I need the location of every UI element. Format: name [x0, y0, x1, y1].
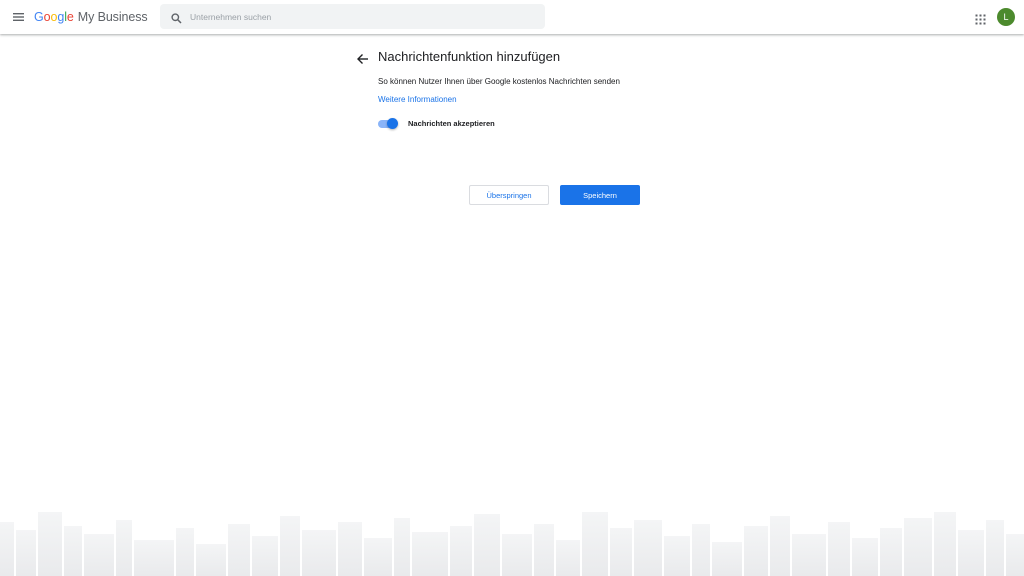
skyline-illustration — [0, 512, 1024, 576]
learn-more-link[interactable]: Weitere Informationen — [378, 95, 457, 104]
skip-button[interactable]: Überspringen — [469, 185, 549, 205]
page-title: Nachrichtenfunktion hinzufügen — [378, 49, 561, 64]
product-name: My Business — [77, 10, 148, 24]
menu-icon[interactable] — [12, 10, 26, 24]
toggle-thumb — [387, 118, 398, 129]
search-icon[interactable] — [171, 11, 182, 24]
save-button[interactable]: Speichern — [560, 185, 640, 205]
toggle-label: Nachrichten akzeptieren — [408, 119, 495, 128]
account-avatar[interactable]: L — [997, 8, 1015, 26]
back-arrow-icon[interactable] — [356, 52, 370, 64]
top-app-bar: GoogleMy Business L — [0, 0, 1024, 34]
search-input[interactable] — [188, 4, 538, 29]
accept-messages-toggle[interactable] — [378, 118, 398, 130]
google-my-business-logo[interactable]: Google My Business — [34, 9, 148, 25]
apps-grid-icon[interactable] — [975, 12, 986, 25]
description-text: So können Nutzer Ihnen über Google koste… — [378, 77, 620, 86]
search-bar[interactable] — [160, 4, 545, 29]
